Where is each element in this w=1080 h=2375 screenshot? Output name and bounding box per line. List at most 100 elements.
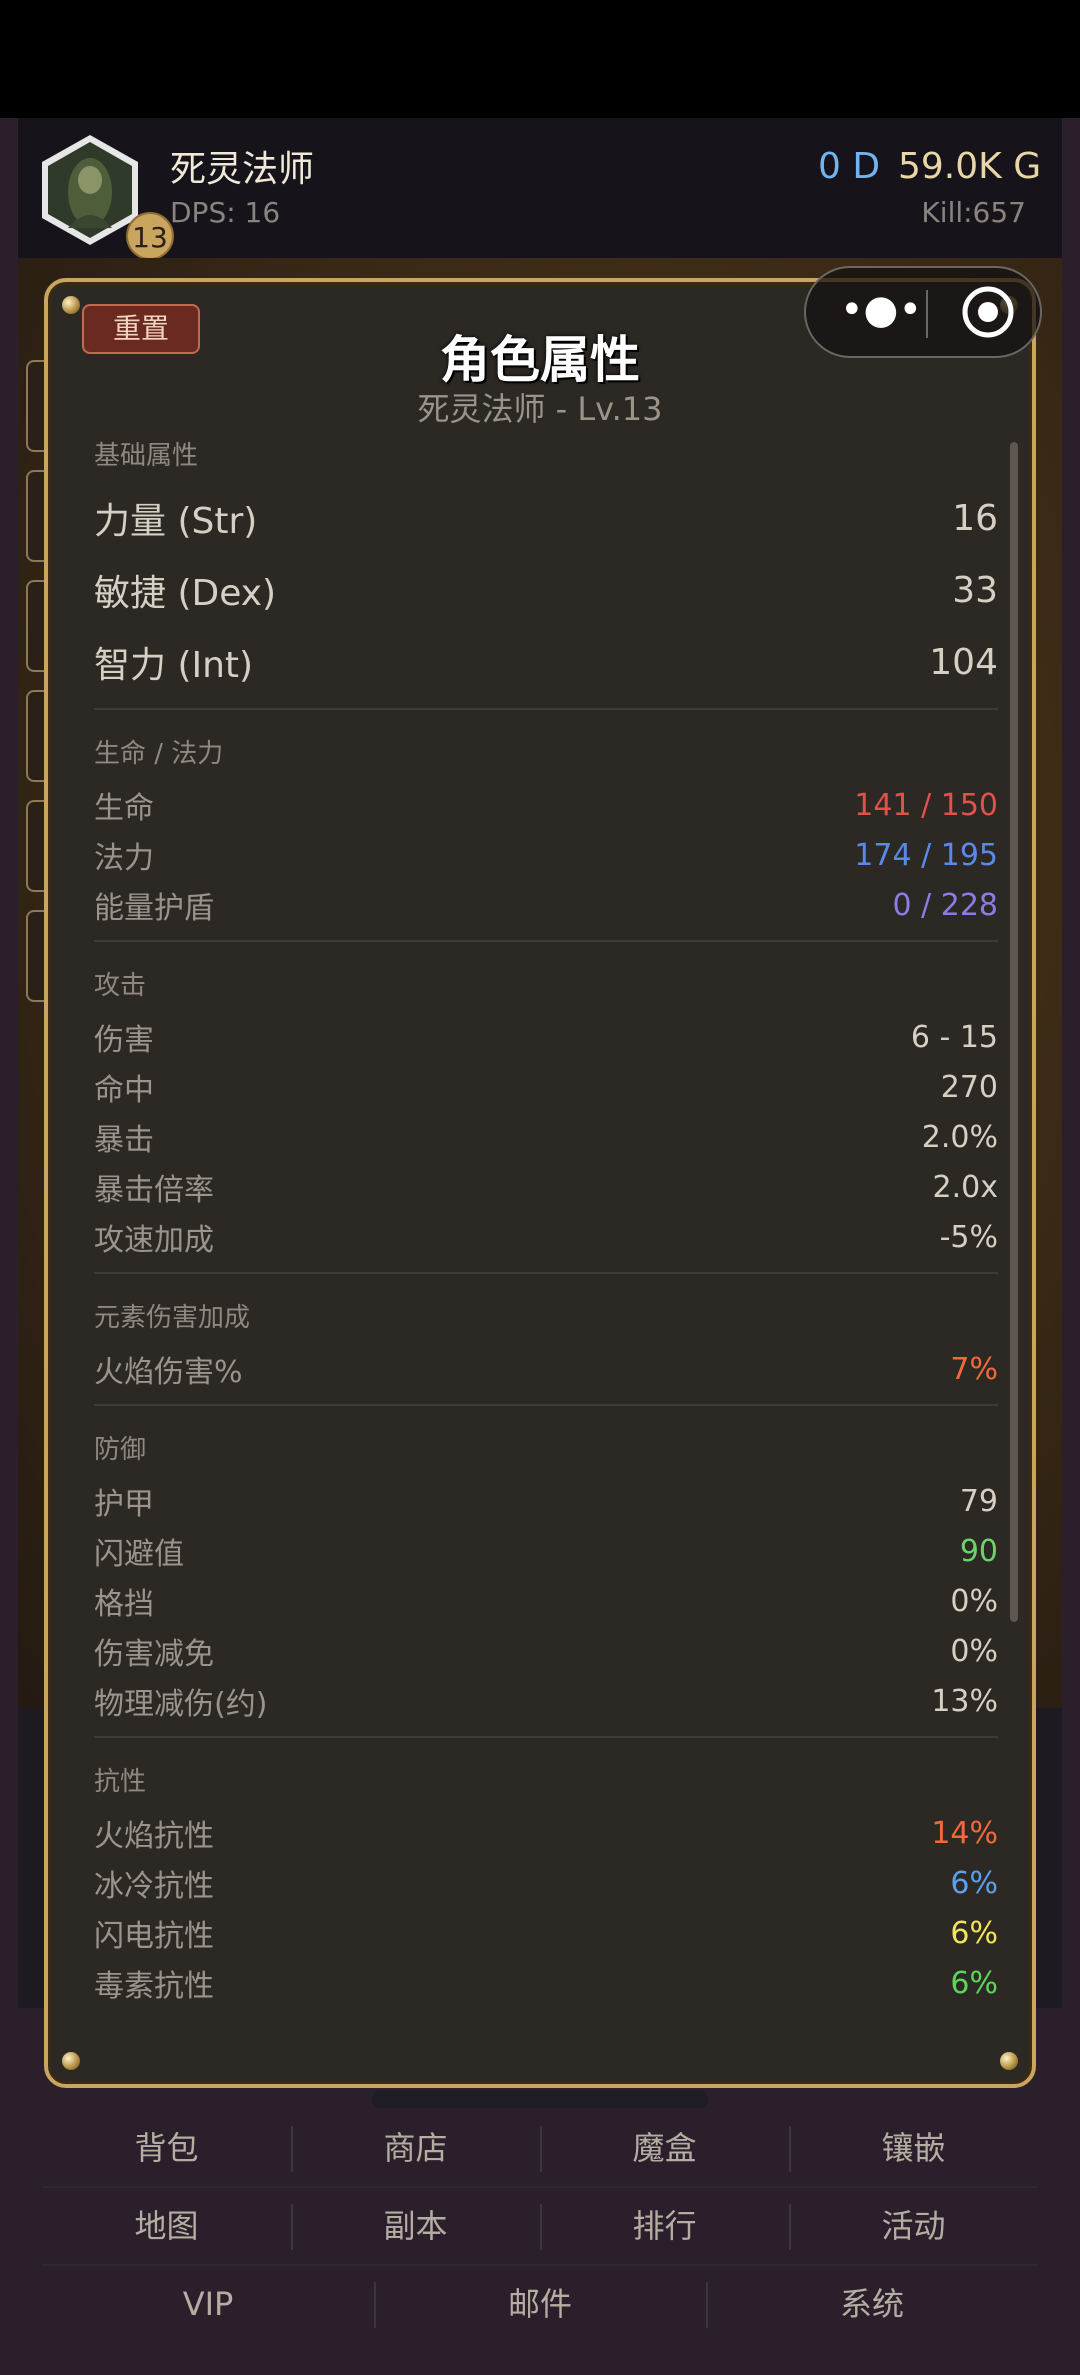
section-defense: 防御护甲 79 闪避值 90 格挡 0% 伤害减免 0% 物理减伤(约) 13% xyxy=(94,1424,998,1738)
stat-value: 79 xyxy=(959,1483,998,1519)
nav-events[interactable]: 活动 xyxy=(789,2188,1038,2264)
stat-row: 冰冷抗性 6% xyxy=(94,1858,998,1908)
stat-value: 0% xyxy=(950,1633,998,1669)
nav-vip[interactable]: VIP xyxy=(42,2266,374,2344)
rivet-decoration xyxy=(62,2052,80,2070)
stat-row: 物理减伤(约) 13% xyxy=(94,1676,998,1726)
section-elemental-damage: 元素伤害加成火焰伤害% 7% xyxy=(94,1292,998,1406)
currency-d: 0 D xyxy=(818,146,881,187)
stat-label: 生命 xyxy=(94,791,154,826)
stat-label: 毒素抗性 xyxy=(94,1969,214,2004)
currency-gold: 59.0K G xyxy=(898,146,1042,187)
more-dots-icon[interactable]: •●• xyxy=(836,290,926,334)
nav-socket[interactable]: 镶嵌 xyxy=(789,2110,1038,2186)
stat-label: 闪避值 xyxy=(94,1537,184,1572)
stat-row: 智力 (Int) 104 xyxy=(94,626,998,698)
character-header: 13 死灵法师 DPS: 16 0 D 59.0K G Kill:657 xyxy=(18,118,1062,260)
mini-program-capsule: •●• xyxy=(804,266,1042,358)
stat-row: 伤害减免 0% xyxy=(94,1626,998,1676)
stat-value: 7% xyxy=(950,1351,998,1387)
section-attack: 攻击伤害 6 - 15 命中 270 暴击 2.0% 暴击倍率 2.0x 攻速加成 -5% xyxy=(94,960,998,1274)
stat-value: 16 xyxy=(952,497,998,539)
stat-row: 生命 141 / 150 xyxy=(94,780,998,830)
section-title: 抗性 xyxy=(94,1767,147,1797)
rivet-decoration xyxy=(62,296,80,314)
stat-row: 攻速加成 -5% xyxy=(94,1212,998,1262)
stat-row: 暴击 2.0% xyxy=(94,1112,998,1162)
section-title: 基础属性 xyxy=(94,441,199,471)
stat-row: 火焰伤害% 7% xyxy=(94,1344,998,1394)
avatar[interactable]: 13 xyxy=(38,132,174,260)
stat-value: 0% xyxy=(950,1583,998,1619)
stat-value: 2.0% xyxy=(921,1119,998,1155)
stats-list: 基础属性力量 (Str) 16 敏捷 (Dex) 33 智力 (Int) 104 生命 /… xyxy=(94,430,998,2036)
stat-value: 14% xyxy=(931,1815,998,1851)
stat-label: 法力 xyxy=(94,841,154,876)
panel-drag-handle[interactable] xyxy=(372,2090,708,2108)
stat-label: 冰冷抗性 xyxy=(94,1869,214,1904)
stat-value: 13% xyxy=(931,1683,998,1719)
stat-label: 护甲 xyxy=(94,1487,154,1522)
stat-value: 174 / 195 xyxy=(854,837,998,873)
nav-ranking[interactable]: 排行 xyxy=(540,2188,789,2264)
character-stats-panel: 重置 角色属性 死灵法师 - Lv.13 基础属性 力量 (Str) 16 敏捷 (D… xyxy=(44,278,1036,2088)
stat-row: 命中 270 xyxy=(94,1062,998,1112)
status-bar xyxy=(0,0,1080,118)
stat-label: 暴击 xyxy=(94,1123,154,1158)
nav-map[interactable]: 地图 xyxy=(42,2188,291,2264)
section-title: 攻击 xyxy=(94,971,147,1001)
section-title: 元素伤害加成 xyxy=(94,1303,251,1333)
stat-value: 141 / 150 xyxy=(854,787,998,823)
stat-label: 力量 (Str) xyxy=(94,501,258,542)
stat-value: 90 xyxy=(959,1533,998,1569)
stat-value: 104 xyxy=(929,641,998,683)
capsule-divider xyxy=(926,290,928,338)
stat-label: 物理减伤(约) xyxy=(94,1687,268,1722)
stat-value: 6% xyxy=(950,1915,998,1951)
nav-row-2: 地图 副本 排行 活动 xyxy=(42,2188,1038,2266)
stat-row: 敏捷 (Dex) 33 xyxy=(94,554,998,626)
dps-value: DPS: 16 xyxy=(170,196,281,229)
panel-subtitle: 死灵法师 - Lv.13 xyxy=(417,390,663,428)
stat-value: -5% xyxy=(939,1219,998,1255)
stat-row: 暴击倍率 2.0x xyxy=(94,1162,998,1212)
stat-value: 270 xyxy=(940,1069,998,1105)
stat-label: 攻速加成 xyxy=(94,1223,214,1258)
stat-label: 能量护盾 xyxy=(94,891,214,926)
panel-scrollbar[interactable] xyxy=(1010,442,1018,1622)
stat-value: 2.0x xyxy=(932,1169,998,1205)
close-target-icon[interactable] xyxy=(960,284,1016,340)
stat-row: 法力 174 / 195 xyxy=(94,830,998,880)
nav-dungeon[interactable]: 副本 xyxy=(291,2188,540,2264)
stat-row: 力量 (Str) 16 xyxy=(94,482,998,554)
stat-label: 暴击倍率 xyxy=(94,1173,214,1208)
stat-row: 闪避值 90 xyxy=(94,1526,998,1576)
stat-row: 毒素抗性 6% xyxy=(94,1958,998,2008)
nav-bag[interactable]: 背包 xyxy=(42,2110,291,2186)
nav-system[interactable]: 系统 xyxy=(706,2266,1038,2344)
nav-shop[interactable]: 商店 xyxy=(291,2110,540,2186)
nav-magic-box[interactable]: 魔盒 xyxy=(540,2110,789,2186)
section-title: 防御 xyxy=(94,1435,147,1465)
stat-label: 闪电抗性 xyxy=(94,1919,214,1954)
stat-label: 智力 (Int) xyxy=(94,645,254,686)
nav-mail[interactable]: 邮件 xyxy=(374,2266,706,2344)
stat-row: 能量护盾 0 / 228 xyxy=(94,880,998,930)
stat-value: 6 - 15 xyxy=(910,1019,998,1055)
stat-label: 伤害 xyxy=(94,1023,154,1058)
stat-row: 护甲 79 xyxy=(94,1476,998,1526)
nav-row-3: VIP 邮件 系统 xyxy=(42,2266,1038,2344)
stat-value: 0 / 228 xyxy=(892,887,998,923)
stat-label: 火焰抗性 xyxy=(94,1819,214,1854)
rivet-decoration xyxy=(1000,2052,1018,2070)
section-title: 生命 / 法力 xyxy=(94,739,224,769)
section-life-mana: 生命 / 法力生命 141 / 150 法力 174 / 195 能量护盾 0 / 228 xyxy=(94,728,998,942)
stat-label: 伤害减免 xyxy=(94,1637,214,1672)
stat-label: 格挡 xyxy=(94,1587,154,1622)
stat-value: 6% xyxy=(950,1865,998,1901)
stat-label: 敏捷 (Dex) xyxy=(94,573,277,614)
stat-row: 火焰抗性 14% xyxy=(94,1808,998,1858)
section-resistance: 抗性 火焰抗性 14% 冰冷抗性 6% 闪电抗性 6% 毒素抗性 6% xyxy=(94,1756,998,2018)
stat-row: 闪电抗性 6% xyxy=(94,1908,998,1958)
section-base-attributes: 基础属性力量 (Str) 16 敏捷 (Dex) 33 智力 (Int) 104 xyxy=(94,430,998,710)
